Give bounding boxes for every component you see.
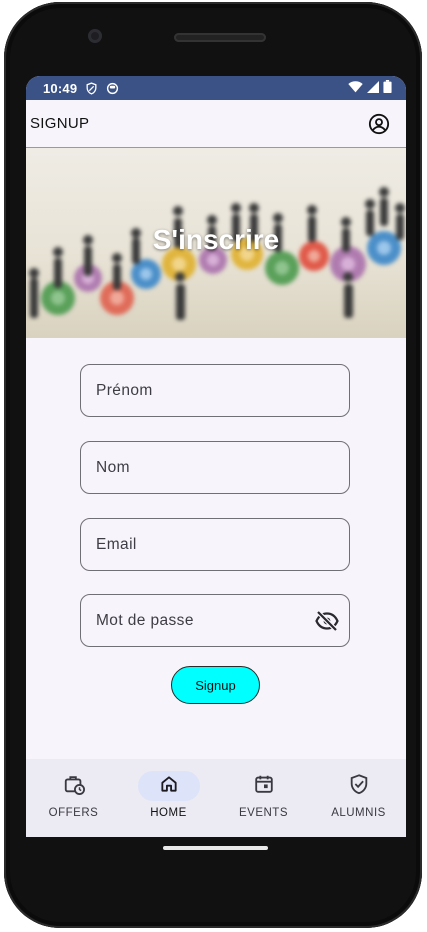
nav-label-events: EVENTS xyxy=(238,807,288,819)
signup-form: Signup xyxy=(26,338,406,758)
account-circle-icon[interactable] xyxy=(368,113,390,135)
email-field[interactable] xyxy=(80,518,350,571)
front-camera xyxy=(88,29,102,43)
nav-item-alumnis[interactable]: ALUMNIS xyxy=(311,759,406,837)
email-input[interactable] xyxy=(81,535,349,554)
verified-shield-icon xyxy=(348,773,370,800)
nav-label-alumnis: ALUMNIS xyxy=(331,807,386,819)
data-saver-icon xyxy=(85,81,98,95)
nav-label-offers: OFFERS xyxy=(48,807,99,819)
nav-pill xyxy=(328,771,390,801)
status-time: 10:49 xyxy=(43,80,78,96)
signup-button[interactable]: Signup xyxy=(171,666,260,704)
signal-icon xyxy=(367,80,379,96)
calendar-icon xyxy=(253,773,275,800)
last-name-field[interactable] xyxy=(80,441,350,494)
top-app-bar: SIGNUP xyxy=(26,100,406,148)
app-screen: 10:49 SIGNUP S'inscrire Prénom Nom Email… xyxy=(26,76,406,837)
nav-pill xyxy=(43,771,105,801)
password-input[interactable] xyxy=(81,611,349,630)
home-icon xyxy=(159,774,179,799)
banner-heading: S'inscrire xyxy=(152,224,280,255)
nav-item-home[interactable]: HOME xyxy=(121,759,216,837)
bottom-navigation: OFFERS HOME EVENTS ALUMNIS xyxy=(26,759,406,837)
header-banner-image: S'inscrire xyxy=(26,148,406,338)
last-name-input[interactable] xyxy=(81,458,349,477)
nav-label-home: HOME xyxy=(150,807,187,819)
visibility-off-icon[interactable] xyxy=(315,610,339,632)
wifi-icon xyxy=(348,80,363,96)
nav-pill-active xyxy=(137,771,200,801)
nav-item-events[interactable]: EVENTS xyxy=(216,759,311,837)
earpiece-speaker xyxy=(174,33,266,42)
first-name-input[interactable] xyxy=(81,381,349,400)
gesture-home-bar[interactable] xyxy=(163,846,268,850)
status-bar: 10:49 xyxy=(26,76,406,100)
password-field[interactable] xyxy=(80,594,350,647)
nav-pill xyxy=(233,771,295,801)
battery-icon xyxy=(383,80,392,96)
page-title: SIGNUP xyxy=(30,115,90,132)
first-name-field[interactable] xyxy=(80,364,350,417)
face-status-icon xyxy=(106,82,119,95)
nav-item-offers[interactable]: OFFERS xyxy=(26,759,121,837)
work-history-icon xyxy=(63,773,85,800)
